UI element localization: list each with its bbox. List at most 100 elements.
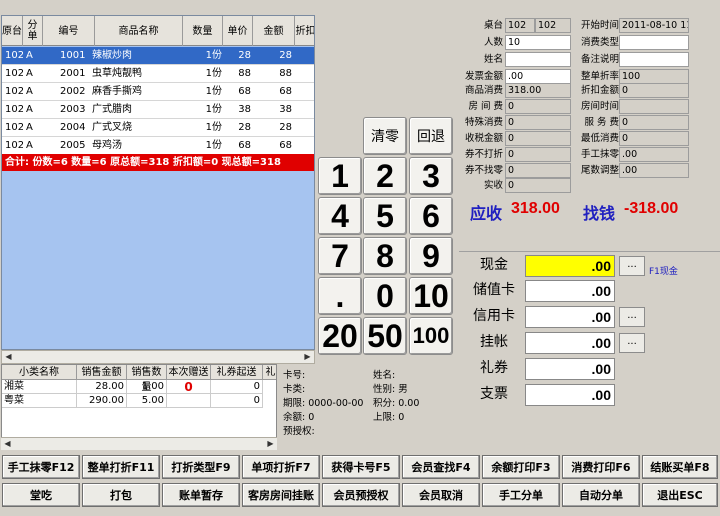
- coupon-no-discount-field: 0: [505, 147, 571, 162]
- col-item-name[interactable]: 商品名称: [95, 16, 183, 46]
- gift-count[interactable]: 0: [167, 380, 211, 394]
- cell-amount: 88: [279, 68, 292, 79]
- table-row[interactable]: 102 A 2005 母鸡汤 1份 68 68: [2, 137, 314, 155]
- col-gift[interactable]: 礼: [263, 365, 276, 380]
- key-2[interactable]: 2: [363, 157, 407, 195]
- function-button[interactable]: 手工分单: [482, 483, 560, 507]
- cell-table: 102: [5, 140, 23, 151]
- name-label: 姓名: [483, 54, 503, 65]
- member-points: 积分: 0.00: [373, 398, 420, 409]
- tail-adjust-label: 尾数调整: [580, 165, 619, 176]
- sales-amount: 28.00: [77, 380, 127, 394]
- gift-coupon-input[interactable]: .00: [525, 358, 615, 380]
- key-6[interactable]: 6: [409, 197, 453, 235]
- col-sales-qty[interactable]: 销售数量: [127, 365, 167, 393]
- function-button[interactable]: 会员查找F4: [402, 455, 480, 479]
- charge-account-more-button[interactable]: ...: [619, 333, 645, 353]
- key-0[interactable]: 0: [363, 277, 407, 315]
- function-button[interactable]: 客房房间挂账: [242, 483, 320, 507]
- col-discount[interactable]: 折扣: [295, 16, 315, 46]
- clear-button[interactable]: 清零: [363, 117, 407, 155]
- function-button[interactable]: 会员取消: [402, 483, 480, 507]
- col-code[interactable]: 编号: [43, 16, 95, 46]
- coupon-no-change-label: 券不找零: [464, 165, 503, 176]
- start-time-field: 2011-08-10 11:3: [619, 18, 689, 33]
- name-input[interactable]: [505, 52, 571, 67]
- col-split[interactable]: 分单: [23, 16, 43, 46]
- function-button[interactable]: 会员预授权: [322, 483, 400, 507]
- order-grid[interactable]: 原台 分单 编号 商品名称 数量 单价 金额 折扣 102 A 1001 辣椒炒肉 1份…: [1, 15, 315, 350]
- cell-price: 68: [238, 86, 251, 97]
- stored-value-input[interactable]: .00: [525, 280, 615, 302]
- charge-account-input[interactable]: .00: [525, 332, 615, 354]
- table-row[interactable]: 102 A 2004 广式叉烧 1份 28 28: [2, 119, 314, 137]
- function-button[interactable]: 消费打印F6: [562, 455, 640, 479]
- key-10[interactable]: 10: [409, 277, 453, 315]
- key-20[interactable]: 20: [318, 317, 362, 355]
- function-button[interactable]: 堂吃: [2, 483, 80, 507]
- category-grid-scrollbar[interactable]: ◀ ▶: [1, 437, 277, 450]
- scroll-left-icon[interactable]: ◀: [1, 438, 14, 450]
- col-amount[interactable]: 金额: [253, 16, 295, 46]
- cell-name: 虫草炖靓鸭: [92, 68, 142, 79]
- function-button[interactable]: 打折类型F9: [162, 455, 240, 479]
- key-7[interactable]: 7: [318, 237, 362, 275]
- cell-split: A: [26, 140, 33, 151]
- key-1[interactable]: 1: [318, 157, 362, 195]
- function-button[interactable]: 打包: [82, 483, 160, 507]
- cell-table: 102: [5, 122, 23, 133]
- table-row[interactable]: 102 A 2001 虫草炖靓鸭 1份 88 88: [2, 65, 314, 83]
- consume-type-input[interactable]: [619, 35, 689, 50]
- col-original-table[interactable]: 原台: [2, 16, 23, 46]
- col-gift-this[interactable]: 本次赠送: [167, 365, 211, 380]
- bill-info-panel: 桌台 102 102 开始时间 2011-08-10 11:3 人数 10 消费…: [458, 15, 720, 198]
- whole-rate-label: 整单折率: [580, 71, 619, 82]
- scroll-right-icon[interactable]: ▶: [301, 351, 314, 363]
- key-100[interactable]: 100: [409, 317, 453, 355]
- table-row[interactable]: 102 A 2003 广式腊肉 1份 38 38: [2, 101, 314, 119]
- cell-split: A: [26, 50, 33, 61]
- scroll-left-icon[interactable]: ◀: [2, 351, 15, 363]
- key-8[interactable]: 8: [363, 237, 407, 275]
- col-qty[interactable]: 数量: [183, 16, 223, 46]
- function-button[interactable]: 结账买单F8: [642, 455, 718, 479]
- gift-coupon-label: 礼券: [480, 360, 508, 376]
- remark-input[interactable]: [619, 52, 689, 67]
- key-9[interactable]: 9: [409, 237, 453, 275]
- table-row[interactable]: 102 A 2002 麻香手撕鸡 1份 68 68: [2, 83, 314, 101]
- function-button[interactable]: 自动分单: [562, 483, 640, 507]
- function-button[interactable]: 退出ESC: [642, 483, 718, 507]
- cell-code: 2003: [60, 104, 86, 115]
- key-5[interactable]: 5: [363, 197, 407, 235]
- function-button[interactable]: 获得卡号F5: [322, 455, 400, 479]
- stored-value-label: 储值卡: [473, 282, 515, 298]
- function-button[interactable]: 手工抹零F12: [2, 455, 80, 479]
- cash-label: 现金: [480, 257, 508, 273]
- function-button[interactable]: 单项打折F7: [242, 455, 320, 479]
- col-sales-amount[interactable]: 销售金额: [77, 365, 127, 380]
- check-input[interactable]: .00: [525, 384, 615, 406]
- col-price[interactable]: 单价: [223, 16, 253, 46]
- people-input[interactable]: 10: [505, 35, 571, 50]
- cash-input[interactable]: .00: [525, 255, 615, 277]
- invoice-input[interactable]: .00: [505, 69, 571, 84]
- function-button[interactable]: 余额打印F3: [482, 455, 560, 479]
- function-button[interactable]: 账单暂存: [162, 483, 240, 507]
- key-3[interactable]: 3: [409, 157, 453, 195]
- col-category-name[interactable]: 小类名称: [2, 365, 77, 380]
- backspace-button[interactable]: 回退: [409, 117, 453, 155]
- key-dot[interactable]: .: [318, 277, 362, 315]
- cash-more-button[interactable]: ...: [619, 256, 645, 276]
- key-50[interactable]: 50: [363, 317, 407, 355]
- key-4[interactable]: 4: [318, 197, 362, 235]
- cell-amount: 68: [279, 86, 292, 97]
- cell-table: 102: [5, 86, 23, 97]
- scroll-right-icon[interactable]: ▶: [264, 438, 277, 450]
- credit-card-more-button[interactable]: ...: [619, 307, 645, 327]
- cell-code: 2002: [60, 86, 86, 97]
- credit-card-input[interactable]: .00: [525, 306, 615, 328]
- col-coupon-start[interactable]: 礼券起送: [211, 365, 263, 380]
- order-grid-scrollbar[interactable]: ◀ ▶: [1, 350, 315, 364]
- table-row[interactable]: 102 A 1001 辣椒炒肉 1份 28 28: [2, 47, 314, 65]
- function-button[interactable]: 整单打折F11: [82, 455, 160, 479]
